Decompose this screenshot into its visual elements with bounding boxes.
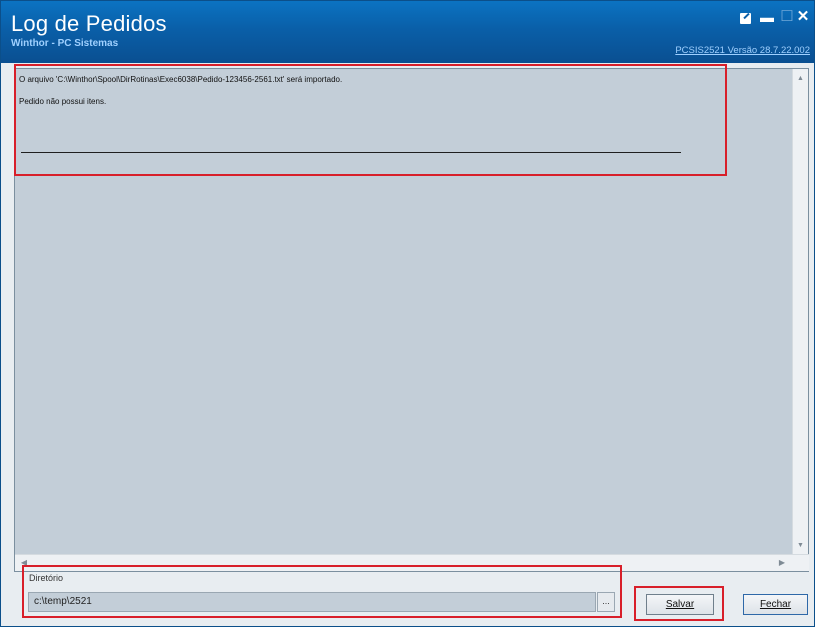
log-content: O arquivo 'C:\Winthor\Spool\DirRotinas\E… bbox=[19, 75, 342, 106]
scroll-right-icon[interactable]: ▶ bbox=[775, 555, 789, 571]
log-line-import: O arquivo 'C:\Winthor\Spool\DirRotinas\E… bbox=[19, 75, 343, 84]
minimize-icon[interactable]: ▬ bbox=[758, 8, 776, 26]
scroll-down-icon[interactable]: ▼ bbox=[793, 539, 808, 553]
browse-directory-button[interactable]: ... bbox=[597, 592, 615, 612]
version-label[interactable]: PCSIS2521 Versão 28.7.22.002 bbox=[675, 45, 810, 56]
vertical-scrollbar[interactable]: ▲ ▼ bbox=[792, 69, 808, 556]
directory-label: Diretório bbox=[29, 573, 64, 583]
title-bar: Log de Pedidos Winthor - PC Sistemas PCS… bbox=[1, 1, 814, 63]
horizontal-scrollbar[interactable]: ◀ ▶ bbox=[15, 554, 809, 571]
directory-input[interactable]: c:\temp\2521 bbox=[28, 592, 596, 612]
scroll-up-icon[interactable]: ▲ bbox=[793, 72, 808, 86]
window-subtitle: Winthor - PC Sistemas bbox=[11, 38, 119, 49]
log-window: Log de Pedidos Winthor - PC Sistemas PCS… bbox=[0, 0, 815, 627]
window-title: Log de Pedidos bbox=[11, 11, 167, 36]
save-button[interactable]: Salvar bbox=[646, 594, 714, 615]
log-separator bbox=[21, 152, 681, 153]
close-button[interactable]: Fechar bbox=[743, 594, 808, 615]
log-textarea[interactable]: O arquivo 'C:\Winthor\Spool\DirRotinas\E… bbox=[14, 68, 809, 572]
edit-icon[interactable] bbox=[736, 8, 754, 26]
log-line-no-items: Pedido não possui itens. bbox=[19, 97, 107, 106]
scroll-left-icon[interactable]: ◀ bbox=[17, 555, 31, 571]
close-icon[interactable]: ✕ bbox=[794, 8, 812, 26]
